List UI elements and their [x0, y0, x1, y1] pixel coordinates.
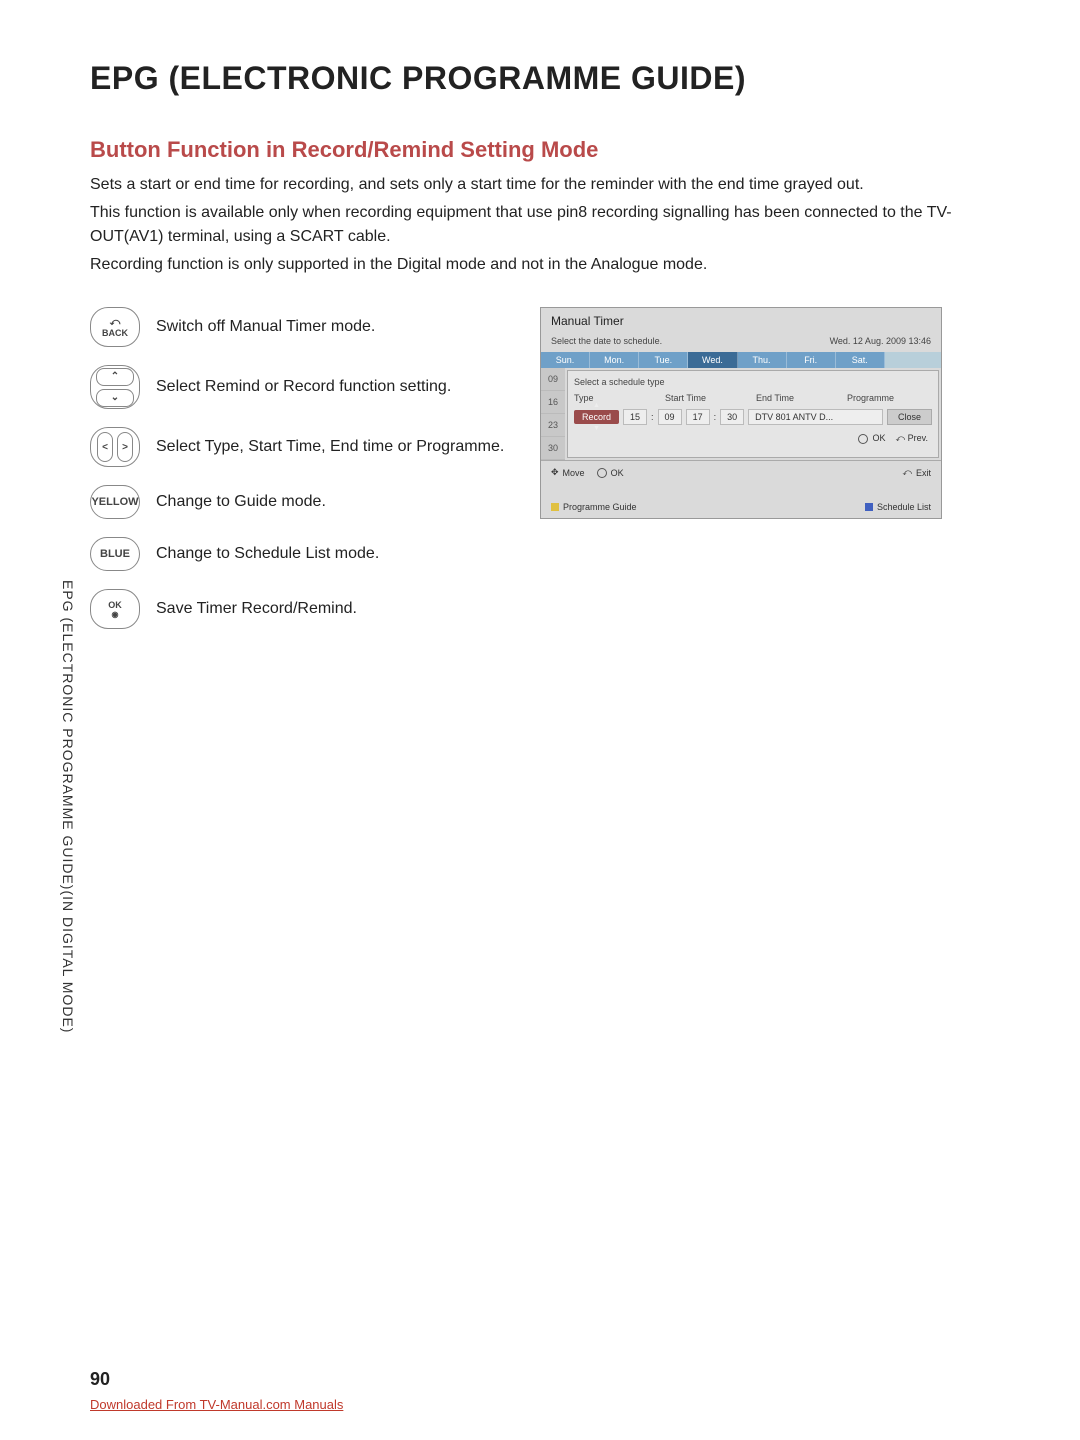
ok-dot-icon: [858, 434, 868, 444]
ok-label: OK: [611, 468, 624, 478]
chevron-left-icon: <: [97, 432, 113, 462]
button-description: Select Remind or Record function setting…: [156, 378, 451, 396]
paragraph: This function is available only when rec…: [90, 201, 990, 249]
ok-dot-icon: [597, 468, 607, 478]
panel-footer: ✥ Move OK ⤺ Exit Programme Guide Schedule …: [541, 460, 941, 518]
chevron-down-icon: ⌄: [96, 389, 134, 407]
yellow-square-icon: [551, 503, 559, 511]
up-down-button-icon: ⌃ ⌄: [90, 365, 140, 409]
prev-label: Prev.: [908, 433, 928, 443]
back-arrow-icon: ⤺: [896, 433, 906, 443]
ok-label: OK: [872, 433, 885, 443]
ok-label: OK: [108, 600, 122, 610]
button-description: Change to Schedule List mode.: [156, 545, 379, 563]
schedule-hint: Select a schedule type: [572, 375, 934, 393]
day-tab: Fri.: [787, 352, 836, 368]
panel-title: Manual Timer: [541, 308, 941, 334]
date-column: 09 16 23 30: [541, 368, 565, 460]
day-tab: Sun.: [541, 352, 590, 368]
end-hour: 17: [686, 409, 710, 425]
schedule-columns: Type Start Time End Time Programme: [572, 393, 934, 407]
exit-label: Exit: [916, 468, 931, 478]
yellow-button-icon: YELLOW: [90, 485, 140, 519]
left-right-button-icon: < >: [90, 427, 140, 467]
chevron-up-icon: ▲: [593, 402, 600, 409]
end-min: 30: [720, 409, 744, 425]
day-tab: Mon.: [590, 352, 639, 368]
inner-footer: OK ⤺ Prev.: [572, 427, 934, 446]
side-section-label: EPG (ELECTRONIC PROGRAMME GUIDE)(IN DIGI…: [60, 580, 76, 1033]
ok-button-icon: OK ◉: [90, 589, 140, 629]
blue-square-icon: [865, 503, 873, 511]
list-item: OK ◉ Save Timer Record/Remind.: [90, 589, 510, 629]
button-description: Switch off Manual Timer mode.: [156, 318, 375, 336]
paragraph: Sets a start or end time for recording, …: [90, 173, 990, 197]
section-title: Button Function in Record/Remind Setting…: [90, 137, 990, 163]
list-item: ⤺ BACK Switch off Manual Timer mode.: [90, 307, 510, 347]
panel-datetime: Wed. 12 Aug. 2009 13:46: [830, 336, 931, 346]
date-cell: 30: [541, 437, 565, 460]
day-tab-selected: Wed.: [688, 352, 737, 368]
date-cell: 23: [541, 414, 565, 437]
col-start: Start Time: [665, 393, 750, 403]
programme-value: DTV 801 ANTV D...: [748, 409, 883, 425]
button-description: Change to Guide mode.: [156, 493, 326, 511]
close-button: Close: [887, 409, 932, 425]
list-item: YELLOW Change to Guide mode.: [90, 485, 510, 519]
type-chip: ▲ Record ▼: [574, 410, 619, 424]
pg-label: Programme Guide: [563, 502, 637, 512]
date-cell: 09: [541, 368, 565, 391]
panel-subtitle: Select the date to schedule.: [551, 336, 662, 346]
button-description: Save Timer Record/Remind.: [156, 600, 357, 618]
back-label: BACK: [102, 328, 128, 338]
list-item: BLUE Change to Schedule List mode.: [90, 537, 510, 571]
col-prog: Programme: [847, 393, 932, 403]
date-cell: 16: [541, 391, 565, 414]
paragraph: Recording function is only supported in …: [90, 253, 990, 277]
chevron-down-icon: ▼: [593, 425, 600, 432]
col-end: End Time: [756, 393, 841, 403]
day-tab: Tue.: [639, 352, 688, 368]
start-hour: 15: [623, 409, 647, 425]
schedule-row: ▲ Record ▼ 15 : 09 17 : 30 DTV 801 ANTV …: [572, 407, 934, 427]
blue-button-icon: BLUE: [90, 537, 140, 571]
back-arrow-icon: ⤺: [902, 467, 912, 478]
type-value: Record: [582, 412, 611, 422]
chevron-up-icon: ⌃: [96, 368, 134, 386]
back-button-icon: ⤺ BACK: [90, 307, 140, 347]
col-type: Type: [574, 393, 659, 403]
move-icon: ✥: [551, 467, 559, 478]
button-description: Select Type, Start Time, End time or Pro…: [156, 438, 504, 456]
day-tab: Sat.: [836, 352, 885, 368]
manual-timer-panel: Manual Timer Select the date to schedule…: [540, 307, 942, 519]
start-min: 09: [658, 409, 682, 425]
button-function-list: ⤺ BACK Switch off Manual Timer mode. ⌃ ⌄…: [90, 307, 510, 647]
day-tab: Thu.: [738, 352, 787, 368]
chevron-right-icon: >: [117, 432, 133, 462]
list-item: < > Select Type, Start Time, End time or…: [90, 427, 510, 467]
schedule-inner: Select a schedule type Type Start Time E…: [567, 370, 939, 458]
list-item: ⌃ ⌄ Select Remind or Record function set…: [90, 365, 510, 409]
page-title: EPG (ELECTRONIC PROGRAMME GUIDE): [90, 60, 990, 97]
day-tab-extra: [885, 352, 941, 368]
day-tabs: Sun. Mon. Tue. Wed. Thu. Fri. Sat.: [541, 352, 941, 368]
page-number: 90: [90, 1369, 110, 1390]
move-label: Move: [563, 468, 585, 478]
download-source-link[interactable]: Downloaded From TV-Manual.com Manuals: [90, 1397, 343, 1412]
sl-label: Schedule List: [877, 502, 931, 512]
